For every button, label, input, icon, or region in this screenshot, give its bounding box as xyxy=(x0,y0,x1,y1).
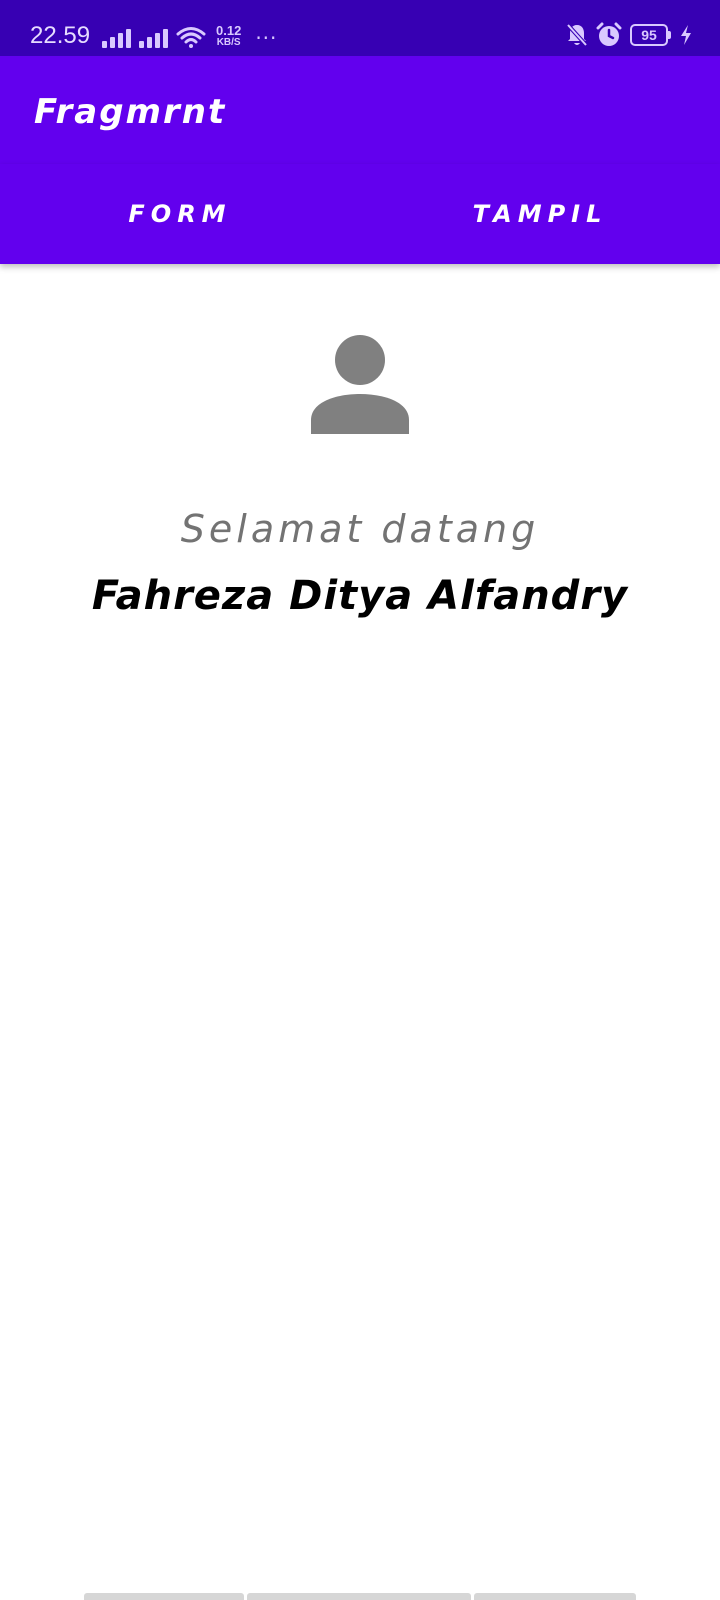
app-bar: Fragmrnt xyxy=(0,56,720,164)
bell-off-icon xyxy=(566,23,588,47)
tab-tampil-label: TAMPIL xyxy=(472,200,608,228)
wifi-icon xyxy=(176,27,206,48)
status-right-icons: 95 xyxy=(566,22,692,48)
app-title: Fragmrnt xyxy=(34,92,227,132)
more-notifications-icon: ··· xyxy=(255,26,278,50)
nav-hint xyxy=(247,1593,471,1600)
signal-icon xyxy=(139,26,168,48)
network-speed-unit: KB/S xyxy=(216,37,241,48)
alarm-icon xyxy=(596,22,622,46)
signal-icon xyxy=(102,26,131,48)
welcome-text: Selamat datang xyxy=(180,507,540,551)
tab-bar: FORM TAMPIL xyxy=(0,164,720,264)
user-name: Fahreza Ditya Alfandry xyxy=(91,573,629,619)
tab-form[interactable]: FORM xyxy=(0,164,360,264)
status-bar: 22.59 0.12 KB/S ··· 95 xyxy=(0,0,720,56)
tab-tampil[interactable]: TAMPIL xyxy=(360,164,720,264)
tab-form-label: FORM xyxy=(128,200,232,228)
battery-level: 95 xyxy=(641,27,657,43)
network-speed-value: 0.12 xyxy=(216,23,242,38)
person-icon xyxy=(311,335,409,434)
nav-hint xyxy=(474,1593,636,1600)
charging-icon xyxy=(681,25,691,45)
status-time: 22.59 xyxy=(30,22,91,49)
nav-hint xyxy=(84,1593,244,1600)
status-left-icons: 0.12 KB/S ··· xyxy=(102,24,277,48)
battery-icon: 95 xyxy=(630,24,671,46)
network-speed: 0.12 KB/S xyxy=(216,24,241,48)
